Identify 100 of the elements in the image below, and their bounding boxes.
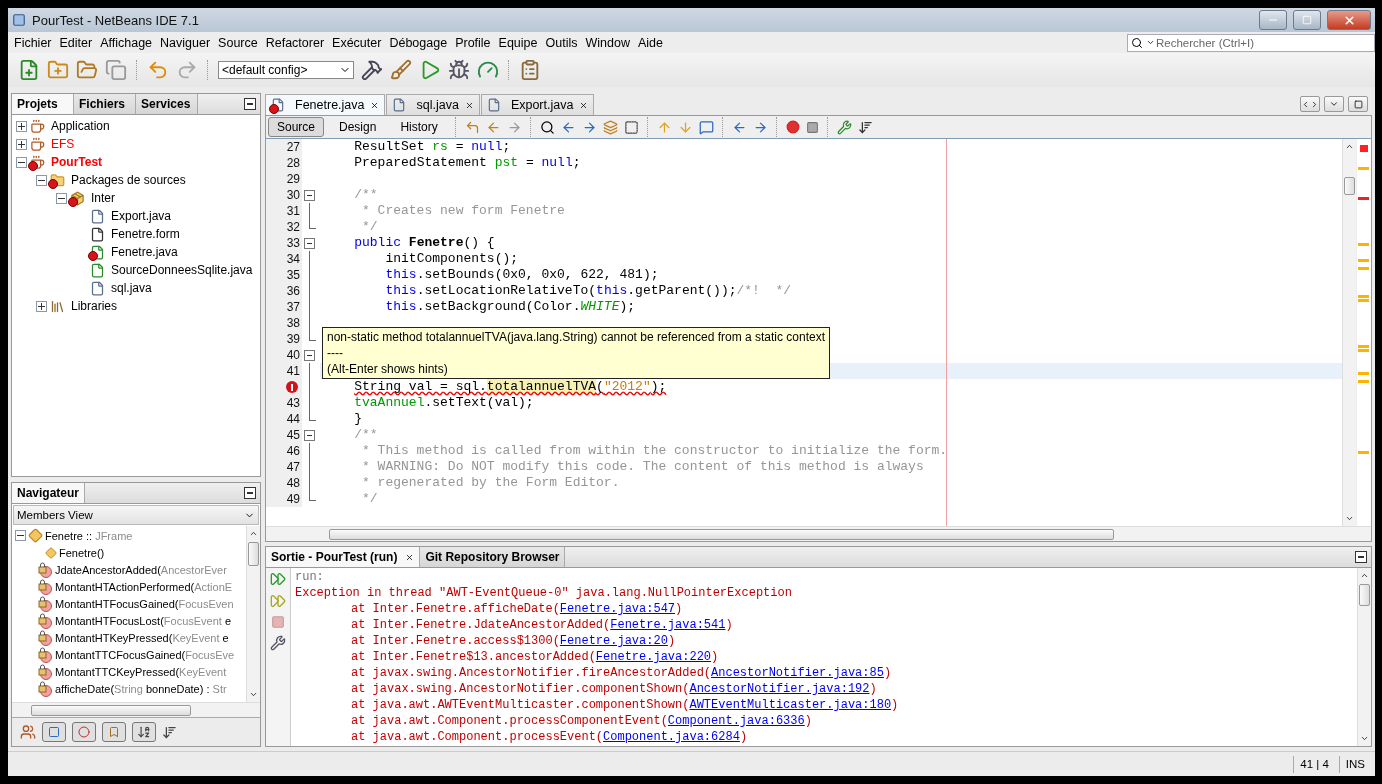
config-dropdown[interactable]: <default config> [218, 61, 354, 79]
editor-tab[interactable]: sql.java [386, 94, 480, 115]
minimize-panel-button[interactable] [1355, 551, 1367, 563]
horizontal-scrollbar[interactable] [12, 702, 260, 717]
view-tab[interactable]: Design [330, 117, 386, 137]
vertical-scrollbar[interactable] [246, 526, 260, 702]
new-folder-icon[interactable] [47, 59, 69, 81]
panel-tab[interactable]: Sortie - PourTest (run) [266, 547, 421, 567]
lock-filter-button[interactable] [102, 722, 126, 742]
tree-toggle[interactable] [36, 174, 47, 186]
comment-icon[interactable] [698, 119, 714, 135]
new-file-icon[interactable] [18, 59, 40, 81]
fold-toggle[interactable] [304, 238, 315, 249]
scroll-thumb[interactable] [1344, 177, 1355, 195]
undo-icon[interactable] [147, 59, 169, 81]
tree-item[interactable]: Packages de sources [71, 173, 186, 187]
tree-toggle[interactable] [15, 530, 26, 541]
layers-icon[interactable] [602, 119, 618, 135]
double-play-icon[interactable] [270, 571, 286, 587]
scroll-down-icon[interactable] [1345, 514, 1354, 523]
bars-icon[interactable] [857, 119, 873, 135]
menu-item[interactable]: Window [581, 35, 634, 50]
record-icon[interactable] [785, 120, 800, 134]
source-link[interactable]: Component.java:6336 [667, 714, 805, 728]
close-icon[interactable] [579, 100, 589, 110]
scroll-up-icon[interactable] [1345, 142, 1354, 151]
tree-item[interactable]: SourceDonneesSqlite.java [111, 263, 253, 277]
fold-toggle[interactable] [304, 190, 315, 201]
static-filter-button[interactable] [72, 722, 96, 742]
tree-item[interactable]: sql.java [111, 281, 152, 295]
member-item[interactable]: afficheDate(String bonneDate) : Str [55, 682, 227, 695]
tree-toggle[interactable] [36, 300, 47, 312]
source-link[interactable]: AncestorNotifier.java:192 [689, 682, 870, 696]
member-item[interactable]: MontantTTCFocusGained(FocusEve [55, 648, 235, 661]
shift-right-icon[interactable] [752, 119, 768, 135]
search-field[interactable]: Rechercher (Ctrl+I) [1127, 33, 1375, 52]
tree-item[interactable]: Inter [91, 191, 115, 205]
menu-item[interactable]: Refactorer [261, 35, 329, 50]
member-item[interactable]: MontantHTActionPerformed(ActionE [55, 580, 233, 593]
minimize-panel-button[interactable] [244, 98, 256, 110]
source-link[interactable]: Fenetre.java:20 [559, 634, 668, 648]
menu-item[interactable]: Editer [55, 35, 97, 50]
horizontal-scrollbar[interactable] [266, 526, 1371, 541]
source-link[interactable]: AWTEventMulticaster.java:180 [689, 698, 892, 712]
scroll-down-icon[interactable] [1360, 734, 1369, 743]
menu-item[interactable]: Affichage [96, 35, 157, 50]
source-link[interactable]: AncestorNotifier.java:85 [711, 666, 884, 680]
scroll-thumb[interactable] [31, 704, 191, 716]
view-tab[interactable]: History [391, 117, 447, 137]
menu-item[interactable]: Outils [541, 35, 582, 50]
source-link[interactable]: Fenetre.java:220 [595, 650, 712, 664]
hammer-icon[interactable] [361, 59, 383, 81]
tree-item[interactable]: Export.java [111, 209, 172, 223]
error-icon[interactable] [286, 381, 298, 393]
fold-toggle[interactable] [304, 350, 315, 361]
people-icon[interactable] [20, 724, 36, 740]
menu-item[interactable]: Débogage [385, 35, 452, 50]
member-item[interactable]: MontantTTCKeyPressed(KeyEvent [55, 665, 227, 678]
member-item[interactable]: Fenetre() [59, 546, 105, 559]
panel-tab[interactable]: Fichiers [74, 94, 136, 114]
scroll-up-icon[interactable] [1360, 571, 1369, 580]
member-item[interactable]: JdateAncestorAdded(AncestorEver [55, 563, 227, 576]
square-toggle-button[interactable] [42, 722, 66, 742]
wrench-icon[interactable] [836, 119, 852, 135]
double-play-icon[interactable] [270, 593, 286, 609]
member-item[interactable]: MontantHTFocusLost(FocusEvent e [55, 614, 232, 627]
scroll-thumb[interactable] [1359, 584, 1370, 606]
tree-item[interactable]: Fenetre.java [111, 245, 178, 259]
maximize-button[interactable] [1293, 10, 1321, 30]
menu-item[interactable]: Profile [451, 35, 495, 50]
panel-tab[interactable]: Projets [12, 94, 74, 114]
editor-tab[interactable]: Fenetre.java [265, 94, 386, 115]
wrench-icon[interactable] [270, 635, 286, 651]
back-arrow-icon[interactable] [464, 119, 480, 135]
maximize-panel-button[interactable] [1348, 96, 1368, 112]
menu-item[interactable]: Fichier [10, 35, 56, 50]
tree-item[interactable]: PourTest [51, 155, 103, 169]
right-arrow-icon[interactable] [581, 119, 597, 135]
broom-icon[interactable] [390, 59, 412, 81]
open-folder-icon[interactable] [76, 59, 98, 81]
menu-item[interactable]: Naviguer [156, 35, 215, 50]
panel-tab[interactable]: Git Repository Browser [420, 547, 566, 567]
member-item[interactable]: MontantHTFocusGained(FocusEven [55, 597, 234, 610]
panel-tab[interactable]: Services [136, 94, 198, 114]
tree-item[interactable]: Libraries [71, 299, 118, 313]
tree-item[interactable]: Application [51, 119, 110, 133]
fold-toggle[interactable] [304, 430, 315, 441]
sort-lines-icon[interactable] [162, 724, 177, 740]
shift-left-icon[interactable] [731, 119, 747, 135]
selection-icon[interactable] [623, 119, 639, 135]
right-arrow-icon[interactable] [506, 119, 522, 135]
menu-item[interactable]: Exécuter [328, 35, 386, 50]
clipboard-icon[interactable] [519, 59, 541, 81]
close-icon[interactable] [370, 100, 380, 110]
vertical-scrollbar[interactable] [1357, 568, 1371, 746]
scroll-thumb[interactable] [329, 528, 1114, 540]
member-item[interactable]: Fenetre :: JFrame [45, 529, 133, 542]
menu-item[interactable]: Source [214, 35, 262, 50]
close-button[interactable] [1327, 10, 1371, 30]
tree-toggle[interactable] [56, 192, 67, 204]
